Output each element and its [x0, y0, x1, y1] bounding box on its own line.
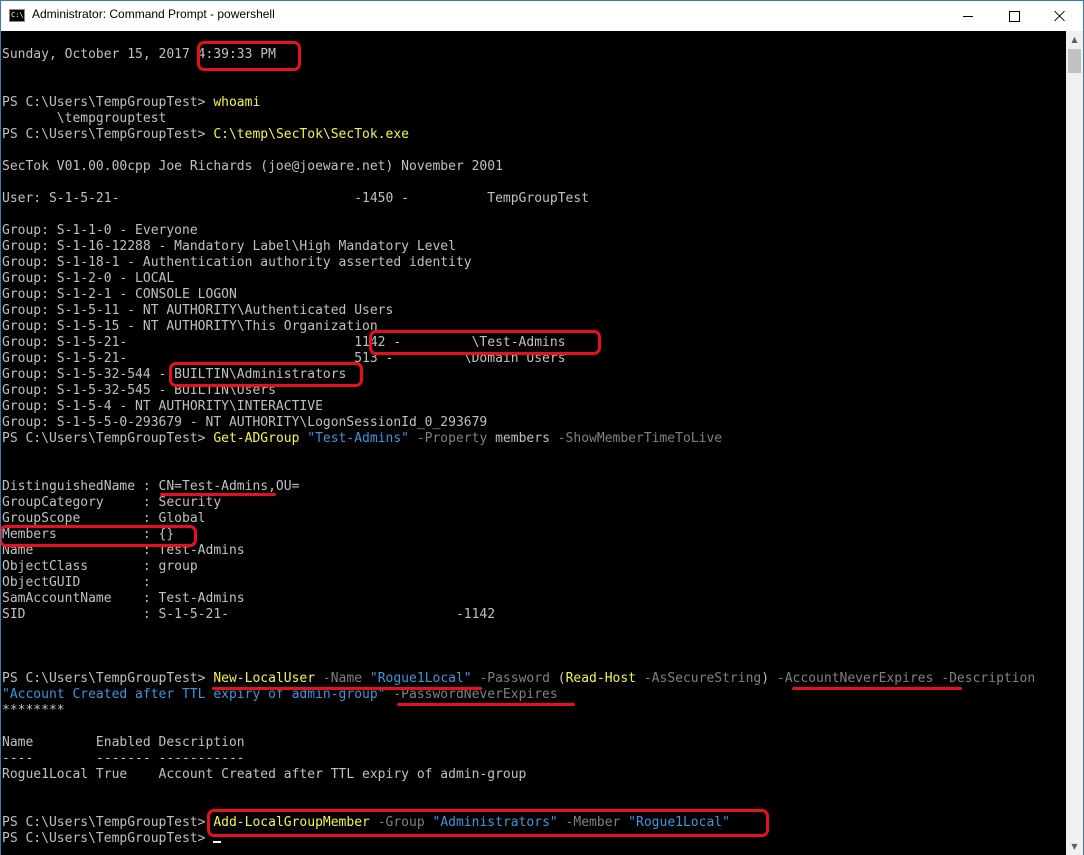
- user-sid-line: User: S-1-5-21- -1450 - TempGroupTest: [2, 191, 589, 206]
- prompt: PS C:\Users\TempGroupTest>: [2, 95, 214, 110]
- paren: ): [761, 671, 770, 686]
- param-value: members: [487, 431, 550, 446]
- prompt-line: PS C:\Users\TempGroupTest> Add-LocalGrou…: [2, 815, 730, 831]
- command-get-adgroup: Get-ADGroup: [213, 431, 300, 446]
- maximize-button[interactable]: [991, 1, 1037, 31]
- powershell-window: C:\. Administrator: Command Prompt - pow…: [0, 0, 1084, 855]
- annotation-underline-password-never-expires: [397, 703, 575, 706]
- title-bar[interactable]: C:\. Administrator: Command Prompt - pow…: [1, 1, 1083, 31]
- prompt-line: PS C:\Users\TempGroupTest> C:\temp\SecTo…: [2, 127, 409, 143]
- group-line: Group: S-1-5-4 - NT AUTHORITY\INTERACTIV…: [2, 399, 323, 414]
- sectok-banner: SecTok V01.00.00cpp Joe Richards (joe@jo…: [2, 159, 503, 174]
- param: -Member: [557, 815, 621, 830]
- param: -Group: [369, 815, 425, 830]
- string-arg: "Rogue1Local": [362, 671, 472, 686]
- command-read-host: Read-Host: [565, 671, 637, 686]
- maximize-icon: [1008, 10, 1020, 22]
- command-prompt-icon[interactable]: C:\.: [9, 9, 28, 22]
- adgroup-prop: ObjectClass : group: [2, 559, 198, 574]
- adgroup-prop: GroupCategory : Security: [2, 495, 222, 510]
- date-text: Sunday, October 15, 2017: [2, 47, 198, 62]
- param: -Description: [933, 671, 1036, 686]
- annotation-underline-never-expires: [792, 687, 962, 690]
- adgroup-prop: DistinguishedName : CN=Test-Admins,OU=: [2, 479, 300, 494]
- table-header: Name Enabled Description: [2, 735, 245, 750]
- window-title: Administrator: Command Prompt - powershe…: [32, 7, 275, 21]
- group-line: Group: S-1-5-15 - NT AUTHORITY\This Orga…: [2, 319, 378, 334]
- whoami-output: \tempgrouptest: [2, 111, 167, 126]
- string-arg: "Rogue1Local": [620, 815, 730, 830]
- console-output[interactable]: Sunday, October 15, 2017 4:39:33 PM PS C…: [1, 31, 1066, 855]
- adgroup-prop: Members : {}: [2, 527, 175, 542]
- param: -Property: [409, 431, 488, 446]
- table-dashes: ---- ------- -----------: [2, 751, 245, 766]
- close-button[interactable]: [1037, 1, 1083, 31]
- close-icon: [1054, 10, 1066, 22]
- group-line: Group: S-1-5-32-544 - BUILTIN\Administra…: [2, 367, 347, 382]
- adgroup-prop: GroupScope : Global: [2, 511, 206, 526]
- adgroup-prop: SamAccountName : Test-Admins: [2, 591, 245, 606]
- string-arg: "Account Created after TTL expiry of adm…: [2, 687, 386, 702]
- param: -AccountNeverExpires: [769, 671, 934, 686]
- command-add-localgroupmember: Add-LocalGroupMember: [213, 815, 370, 830]
- adgroup-prop: Name : Test-Admins: [2, 543, 245, 558]
- param: -Name: [315, 671, 363, 686]
- command-continuation: "Account Created after TTL expiry of adm…: [2, 687, 558, 703]
- param: -ShowMemberTimeToLive: [549, 431, 723, 446]
- prompt-line-current: PS C:\Users\TempGroupTest>: [2, 831, 222, 847]
- group-line: Group: S-1-18-1 - Authentication authori…: [2, 255, 472, 270]
- group-line: Group: S-1-1-0 - Everyone: [2, 223, 198, 238]
- prompt: PS C:\Users\TempGroupTest>: [2, 431, 214, 446]
- time-text: 4:39:33 PM: [197, 47, 276, 62]
- prompt-line: PS C:\Users\TempGroupTest> New-LocalUser…: [2, 671, 1035, 687]
- group-line: Group: S-1-5-21- 513 - \Domain Users: [2, 351, 566, 366]
- text-cursor: [213, 841, 222, 843]
- scroll-up-icon[interactable]: ▲: [1066, 31, 1083, 48]
- group-line: Group: S-1-5-21- 1142 - \Test-Admins: [2, 335, 566, 350]
- string-arg: "Administrators": [424, 815, 558, 830]
- command-whoami: whoami: [213, 95, 261, 110]
- param: -PasswordNeverExpires: [385, 687, 558, 702]
- group-line: Group: S-1-2-0 - LOCAL: [2, 271, 175, 286]
- prompt: PS C:\Users\TempGroupTest>: [2, 127, 214, 142]
- command-sectok: C:\temp\SecTok\SecTok.exe: [213, 127, 409, 142]
- scrollbar-thumb[interactable]: [1068, 49, 1081, 73]
- group-line: Group: S-1-16-12288 - Mandatory Label\Hi…: [2, 239, 456, 254]
- group-line: Group: S-1-5-11 - NT AUTHORITY\Authentic…: [2, 303, 394, 318]
- group-line: Group: S-1-5-32-545 - BUILTIN\Users: [2, 383, 276, 398]
- scroll-down-icon[interactable]: ▼: [1066, 838, 1083, 855]
- minimize-button[interactable]: [945, 1, 991, 31]
- prompt-line: PS C:\Users\TempGroupTest> Get-ADGroup "…: [2, 431, 722, 447]
- adgroup-prop: SID : S-1-5-21- -1142: [2, 607, 496, 622]
- prompt: PS C:\Users\TempGroupTest>: [2, 831, 214, 846]
- date-line: Sunday, October 15, 2017 4:39:33 PM: [2, 47, 276, 63]
- password-mask: ********: [2, 703, 65, 718]
- adgroup-prop: ObjectGUID :: [2, 575, 151, 590]
- minimize-icon: [963, 15, 973, 17]
- prompt: PS C:\Users\TempGroupTest>: [2, 815, 214, 830]
- param: -AsSecureString: [636, 671, 762, 686]
- prompt: PS C:\Users\TempGroupTest>: [2, 671, 214, 686]
- param: -Password: [471, 671, 550, 686]
- table-row: Rogue1Local True Account Created after T…: [2, 767, 527, 782]
- paren: (: [549, 671, 566, 686]
- group-line: Group: S-1-5-5-0-293679 - NT AUTHORITY\L…: [2, 415, 488, 430]
- vertical-scrollbar[interactable]: ▲ ▼: [1066, 31, 1083, 855]
- string-arg: "Test-Admins": [299, 431, 409, 446]
- command-new-localuser: New-LocalUser: [213, 671, 316, 686]
- prompt-line: PS C:\Users\TempGroupTest> whoami: [2, 95, 260, 111]
- group-line: Group: S-1-2-1 - CONSOLE LOGON: [2, 287, 237, 302]
